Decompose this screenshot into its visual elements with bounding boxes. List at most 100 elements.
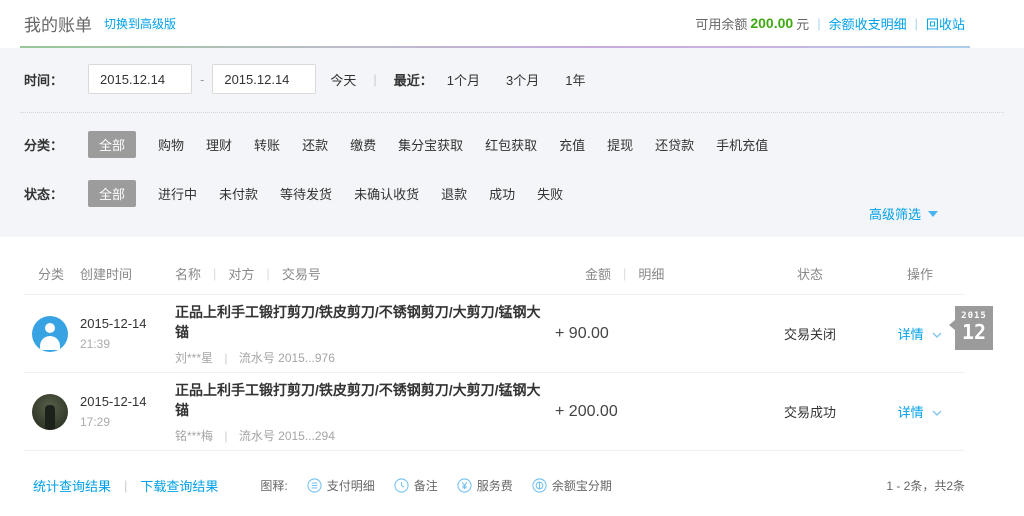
pagination-summary: 1 - 2条，共2条 <box>886 479 965 493</box>
separator: | <box>817 15 821 31</box>
category-option-transfer[interactable]: 转账 <box>254 135 280 154</box>
page-title: 我的账单 <box>24 15 92 35</box>
separator: | <box>224 350 228 365</box>
category-option-jifenbao[interactable]: 集分宝获取 <box>398 135 463 154</box>
avatar-torso-shape <box>40 335 60 350</box>
category-option-repayment[interactable]: 还款 <box>302 135 328 154</box>
balance-unit: 元 <box>796 16 810 32</box>
my-bills-page: 我的账单 切换到高级版 可用余额 200.00 元 | 余额收支明细 | 回收站… <box>0 0 1024 516</box>
row-category-cell <box>24 315 80 352</box>
date-end-input[interactable] <box>212 64 317 94</box>
dashed-divider <box>20 112 1004 113</box>
recycle-bin-link[interactable]: 回收站 <box>926 14 965 33</box>
legend-item-note: 备注 <box>394 477 438 494</box>
balance-value: 200.00 <box>750 15 794 31</box>
time-label: 时间： <box>24 72 64 88</box>
separator: | <box>623 266 627 281</box>
category-label: 分类： <box>24 138 64 153</box>
month-nav-badge[interactable]: 2015 12 <box>949 306 993 350</box>
category-filter-row: 分类： 全部 购物 理财 转账 还款 缴费 集分宝获取 红包获取 充值 提现 还… <box>24 131 1024 158</box>
note-clock-circle-icon <box>394 478 409 493</box>
top-bar: 我的账单 切换到高级版 可用余额 200.00 元 | 余额收支明细 | 回收站 <box>0 0 1024 46</box>
category-option-mobile-topup[interactable]: 手机充值 <box>716 135 768 154</box>
table-row: 2015-12-14 21:39 正品上利手工锻打剪刀/铁皮剪刀/不锈钢剪刀/大… <box>24 295 965 373</box>
table-header-row: 分类 创建时间 名称 | 对方 | 交易号 金额 | 明细 状态 操作 <box>24 253 965 295</box>
header-action: 操作 <box>906 267 933 282</box>
balance-detail-link[interactable]: 余额收支明细 <box>829 14 907 33</box>
recent-label: 最近： <box>393 72 433 88</box>
status-label: 状态： <box>24 187 64 202</box>
row-party: 铭***梅 <box>175 428 214 443</box>
row-status: 交易成功 <box>783 405 836 420</box>
recent-option-1year[interactable]: 1年 <box>565 70 585 89</box>
category-option-withdraw[interactable]: 提现 <box>607 135 633 154</box>
row-serial: 流水号 2015...976 <box>238 350 335 365</box>
category-option-wealth[interactable]: 理财 <box>206 135 232 154</box>
recent-option-3month[interactable]: 3个月 <box>506 70 539 89</box>
balance-area: 可用余额 200.00 元 | 余额收支明细 | 回收站 <box>695 14 965 33</box>
row-time: 17:29 <box>80 415 111 429</box>
avatar-figure-shape <box>45 404 55 430</box>
status-option-unpaid[interactable]: 未付款 <box>219 184 258 203</box>
row-serial: 流水号 2015...294 <box>238 428 335 443</box>
legend: 图释: 支付明细 备注 服务费 余额宝分期 <box>260 477 612 494</box>
status-option-success[interactable]: 成功 <box>489 184 515 203</box>
separator: | <box>373 71 377 87</box>
separator: | <box>224 428 228 443</box>
row-name-cell: 正品上利手工锻打剪刀/铁皮剪刀/不锈钢剪刀/大剪刀/锰钢大锚 刘***星 | 流… <box>175 302 555 366</box>
stats-result-link[interactable]: 统计查询结果 <box>33 476 111 495</box>
date-start-input[interactable] <box>88 64 192 94</box>
row-date: 2015-12-14 <box>80 316 147 331</box>
recent-option-1month[interactable]: 1个月 <box>447 70 480 89</box>
user-photo-avatar[interactable] <box>32 393 68 430</box>
yuebao-installment-circle-icon <box>532 478 547 493</box>
legend-item-yuebao-installment: 余额宝分期 <box>532 477 612 494</box>
category-option-all[interactable]: 全部 <box>88 131 137 158</box>
row-time: 21:39 <box>80 337 111 351</box>
footer: 统计查询结果 | 下载查询结果 图释: 支付明细 备注 服务费 余额宝分期 1 … <box>0 451 1024 495</box>
chevron-down-icon <box>932 410 942 416</box>
payment-detail-circle-icon <box>307 478 322 493</box>
category-option-topup[interactable]: 充值 <box>559 135 585 154</box>
status-option-unconfirmed-receipt[interactable]: 未确认收货 <box>354 184 419 203</box>
legend-text: 服务费 <box>476 479 513 493</box>
status-option-in-progress[interactable]: 进行中 <box>158 184 197 203</box>
separator: | <box>266 266 270 281</box>
advanced-filter-link[interactable]: 高级筛选 <box>869 204 938 223</box>
separator: | <box>213 266 217 281</box>
header-status: 状态 <box>796 267 823 282</box>
status-option-refund[interactable]: 退款 <box>441 184 467 203</box>
header-txn: 交易号 <box>281 267 321 282</box>
row-action-cell: 详情 <box>875 402 965 421</box>
detail-link[interactable]: 详情 <box>898 405 924 420</box>
header-name: 名称 <box>175 267 202 282</box>
person-avatar-icon[interactable] <box>32 315 68 352</box>
status-option-all[interactable]: 全部 <box>88 180 137 207</box>
category-option-loan-repay[interactable]: 还贷款 <box>655 135 694 154</box>
row-date: 2015-12-14 <box>80 394 147 409</box>
category-option-redpacket[interactable]: 红包获取 <box>485 135 537 154</box>
status-option-awaiting-shipment[interactable]: 等待发货 <box>280 184 332 203</box>
status-option-failed[interactable]: 失败 <box>537 184 563 203</box>
caret-down-icon <box>928 210 938 217</box>
today-option[interactable]: 今天 <box>330 70 356 89</box>
status-filter-row: 状态： 全部 进行中 未付款 等待发货 未确认收货 退款 成功 失败 <box>24 180 1024 207</box>
legend-text: 余额宝分期 <box>551 479 612 493</box>
legend-item-payment-detail: 支付明细 <box>307 477 375 494</box>
chevron-down-icon <box>932 332 942 338</box>
download-result-link[interactable]: 下载查询结果 <box>140 476 218 495</box>
separator: | <box>914 15 918 31</box>
badge-month: 12 <box>961 320 987 344</box>
row-name-cell: 正品上利手工锻打剪刀/铁皮剪刀/不锈钢剪刀/大剪刀/锰钢大锚 铭***梅 | 流… <box>175 380 555 444</box>
category-option-shopping[interactable]: 购物 <box>158 135 184 154</box>
row-title: 正品上利手工锻打剪刀/铁皮剪刀/不锈钢剪刀/大剪刀/锰钢大锚 <box>175 381 541 418</box>
row-created-cell: 2015-12-14 17:29 <box>80 394 175 429</box>
date-range-dash: - <box>200 71 205 87</box>
category-option-utility[interactable]: 缴费 <box>350 135 376 154</box>
row-amount: + 200.00 <box>555 402 618 420</box>
advanced-filter-label: 高级筛选 <box>868 207 921 222</box>
switch-to-advanced-link[interactable]: 切换到高级版 <box>104 15 176 32</box>
detail-link[interactable]: 详情 <box>898 327 924 342</box>
header-amount-group: 金额 | 明细 <box>555 264 745 283</box>
bill-table: 分类 创建时间 名称 | 对方 | 交易号 金额 | 明细 状态 操作 2015… <box>0 253 1024 451</box>
